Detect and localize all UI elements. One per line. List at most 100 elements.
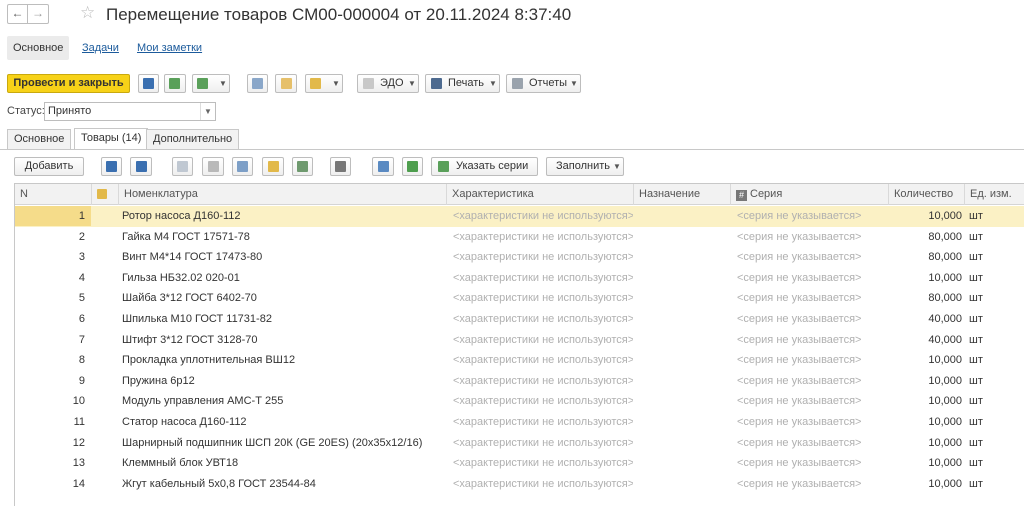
row-nomenclature[interactable]: Шайба 3*12 ГОСТ 6402-70 [122,288,442,308]
status-select[interactable]: Принято ▼ [44,102,216,121]
row-series[interactable]: <серия не указывается> [737,371,887,391]
row-unit[interactable]: шт [969,247,1009,267]
check-button[interactable] [372,157,394,176]
tab-main[interactable]: Основное [7,129,72,150]
structure-button[interactable] [247,74,268,93]
row-series[interactable]: <серия не указывается> [737,412,887,432]
row-number[interactable]: 1 [15,206,89,226]
table-row[interactable]: 3 Винт М4*14 ГОСТ 17473-80 <характеристики… [15,247,1024,268]
row-series[interactable]: <серия не указывается> [737,227,887,247]
column-header-characteristic[interactable]: Характеристика [447,184,634,205]
tab-goods[interactable]: Товары (14) [74,128,149,150]
section-tasks-link[interactable]: Задачи [82,36,119,60]
row-characteristic[interactable]: <характеристики не используются> [453,309,633,329]
row-nomenclature[interactable]: Жгут кабельный 5х0,8 ГОСТ 23544-84 [122,474,442,494]
row-nomenclature[interactable]: Ротор насоса Д160-112 [122,206,442,226]
row-number[interactable]: 11 [15,412,89,432]
row-unit[interactable]: шт [969,433,1009,453]
save-button[interactable] [138,74,159,93]
row-number[interactable]: 7 [15,330,89,350]
print-button[interactable]: Печать ▼ [425,74,500,93]
chevron-down-icon[interactable]: ▼ [200,103,215,120]
move-up-button[interactable] [101,157,122,176]
row-number[interactable]: 10 [15,391,89,411]
row-characteristic[interactable]: <характеристики не используются> [453,206,633,226]
paste-button[interactable] [202,157,224,176]
row-series[interactable]: <серия не указывается> [737,330,887,350]
row-characteristic[interactable]: <характеристики не используются> [453,247,633,267]
back-button[interactable]: ← [7,4,28,24]
row-nomenclature[interactable]: Гильза НБ32.02 020-01 [122,268,442,288]
row-number[interactable]: 9 [15,371,89,391]
column-header-quantity[interactable]: Количество [889,184,965,205]
row-number[interactable]: 4 [15,268,89,288]
row-unit[interactable]: шт [969,288,1009,308]
fill-button[interactable]: Заполнить ▼ [546,157,624,176]
row-number[interactable]: 2 [15,227,89,247]
row-unit[interactable]: шт [969,330,1009,350]
row-characteristic[interactable]: <характеристики не используются> [453,474,633,494]
row-series[interactable]: <серия не указывается> [737,268,887,288]
row-nomenclature[interactable]: Шпилька М10 ГОСТ 11731-82 [122,309,442,329]
table-row[interactable]: 6 Шпилька М10 ГОСТ 11731-82 <характеристик… [15,309,1024,330]
goods-table[interactable]: N Номенклатура Характеристика Назначение… [14,183,1024,506]
row-nomenclature[interactable]: Штифт 3*12 ГОСТ 3128-70 [122,330,442,350]
row-characteristic[interactable]: <характеристики не используются> [453,391,633,411]
row-nomenclature[interactable]: Статор насоса Д160-112 [122,412,442,432]
row-unit[interactable]: шт [969,268,1009,288]
share-button[interactable] [232,157,253,176]
row-nomenclature[interactable]: Винт М4*14 ГОСТ 17473-80 [122,247,442,267]
row-unit[interactable]: шт [969,371,1009,391]
row-quantity[interactable]: 10,000 [890,350,962,370]
pick-button[interactable] [262,157,284,176]
table-row[interactable]: 13 Клеммный блок УВТ18 <характеристики не … [15,453,1024,474]
barcode-button[interactable] [330,157,351,176]
row-nomenclature[interactable]: Пружина 6р12 [122,371,442,391]
row-series[interactable]: <серия не указывается> [737,453,887,473]
row-number[interactable]: 14 [15,474,89,494]
row-quantity[interactable]: 40,000 [890,309,962,329]
favorite-star-icon[interactable]: ☆ [80,3,95,23]
table-row[interactable]: 4 Гильза НБ32.02 020-01 <характеристики не… [15,268,1024,289]
column-header-icon[interactable] [92,184,119,205]
column-header-series[interactable]: # Серия [731,184,889,205]
pick-stock-button[interactable] [292,157,313,176]
row-unit[interactable]: шт [969,309,1009,329]
post-and-close-button[interactable]: Провести и закрыть [7,74,130,93]
tab-extra[interactable]: Дополнительно [146,129,240,150]
row-characteristic[interactable]: <характеристики не используются> [453,453,633,473]
section-notes-link[interactable]: Мои заметки [137,36,202,60]
row-characteristic[interactable]: <характеристики не используются> [453,288,633,308]
row-quantity[interactable]: 10,000 [890,453,962,473]
row-unit[interactable]: шт [969,474,1009,494]
row-quantity[interactable]: 10,000 [890,268,962,288]
row-number[interactable]: 13 [15,453,89,473]
row-quantity[interactable]: 80,000 [890,247,962,267]
add-row-button[interactable]: Добавить [14,157,84,176]
row-number[interactable]: 8 [15,350,89,370]
row-nomenclature[interactable]: Гайка М4 ГОСТ 17571-78 [122,227,442,247]
row-quantity[interactable]: 10,000 [890,412,962,432]
column-header-nomenclature[interactable]: Номенклатура [119,184,447,205]
forward-button[interactable]: → [28,4,49,24]
table-row[interactable]: 12 Шарнирный подшипник ШСП 20К (GE 20ES) … [15,433,1024,454]
post-button[interactable] [164,74,186,93]
table-row[interactable]: 1 Ротор насоса Д160-112 <характеристики не… [15,206,1024,227]
row-quantity[interactable]: 10,000 [890,371,962,391]
table-row[interactable]: 10 Модуль управления АМС-Т 255 <характерис… [15,391,1024,412]
specify-series-button[interactable]: Указать серии [431,157,538,176]
row-characteristic[interactable]: <характеристики не используются> [453,371,633,391]
row-series[interactable]: <серия не указывается> [737,350,887,370]
row-unit[interactable]: шт [969,391,1009,411]
row-nomenclature[interactable]: Клеммный блок УВТ18 [122,453,442,473]
column-header-n[interactable]: N [15,184,92,205]
row-characteristic[interactable]: <характеристики не используются> [453,412,633,432]
row-series[interactable]: <серия не указывается> [737,433,887,453]
row-unit[interactable]: шт [969,453,1009,473]
row-number[interactable]: 6 [15,309,89,329]
row-number[interactable]: 12 [15,433,89,453]
row-quantity[interactable]: 80,000 [890,288,962,308]
row-unit[interactable]: шт [969,412,1009,432]
column-header-unit[interactable]: Ед. изм. [965,184,1024,205]
row-series[interactable]: <серия не указывается> [737,309,887,329]
